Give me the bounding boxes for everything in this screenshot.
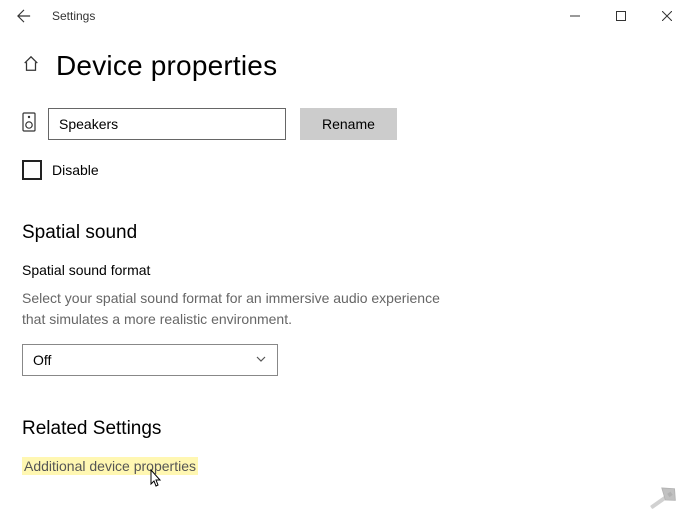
maximize-icon xyxy=(616,11,626,21)
watermark-icon xyxy=(634,469,682,522)
device-name-input[interactable] xyxy=(48,108,286,140)
related-heading: Related Settings xyxy=(22,418,668,440)
device-name-row: Rename xyxy=(22,108,668,140)
spatial-format-label: Spatial sound format xyxy=(22,262,668,278)
content: Device properties Rename Disable Spatial… xyxy=(0,32,690,476)
close-icon xyxy=(662,11,672,21)
window-controls xyxy=(552,0,690,32)
spatial-format-value: Off xyxy=(33,352,51,368)
spatial-heading: Spatial sound xyxy=(22,222,668,244)
titlebar: Settings xyxy=(0,0,690,32)
speaker-icon xyxy=(22,112,38,137)
back-button[interactable] xyxy=(8,0,40,32)
home-icon[interactable] xyxy=(22,55,40,78)
minimize-icon xyxy=(570,11,580,21)
disable-checkbox[interactable] xyxy=(22,160,42,180)
page-header: Device properties xyxy=(22,50,668,82)
rename-button[interactable]: Rename xyxy=(300,108,397,140)
back-arrow-icon xyxy=(17,9,31,23)
disable-checkbox-row[interactable]: Disable xyxy=(22,160,668,180)
spatial-help-text: Select your spatial sound format for an … xyxy=(22,288,452,330)
additional-device-properties-link[interactable]: Additional device properties xyxy=(22,457,198,475)
maximize-button[interactable] xyxy=(598,0,644,32)
minimize-button[interactable] xyxy=(552,0,598,32)
spatial-format-dropdown[interactable]: Off xyxy=(22,344,278,376)
page-title: Device properties xyxy=(56,50,277,82)
close-button[interactable] xyxy=(644,0,690,32)
chevron-down-icon xyxy=(255,353,267,368)
app-title: Settings xyxy=(52,9,95,23)
disable-label: Disable xyxy=(52,162,99,178)
